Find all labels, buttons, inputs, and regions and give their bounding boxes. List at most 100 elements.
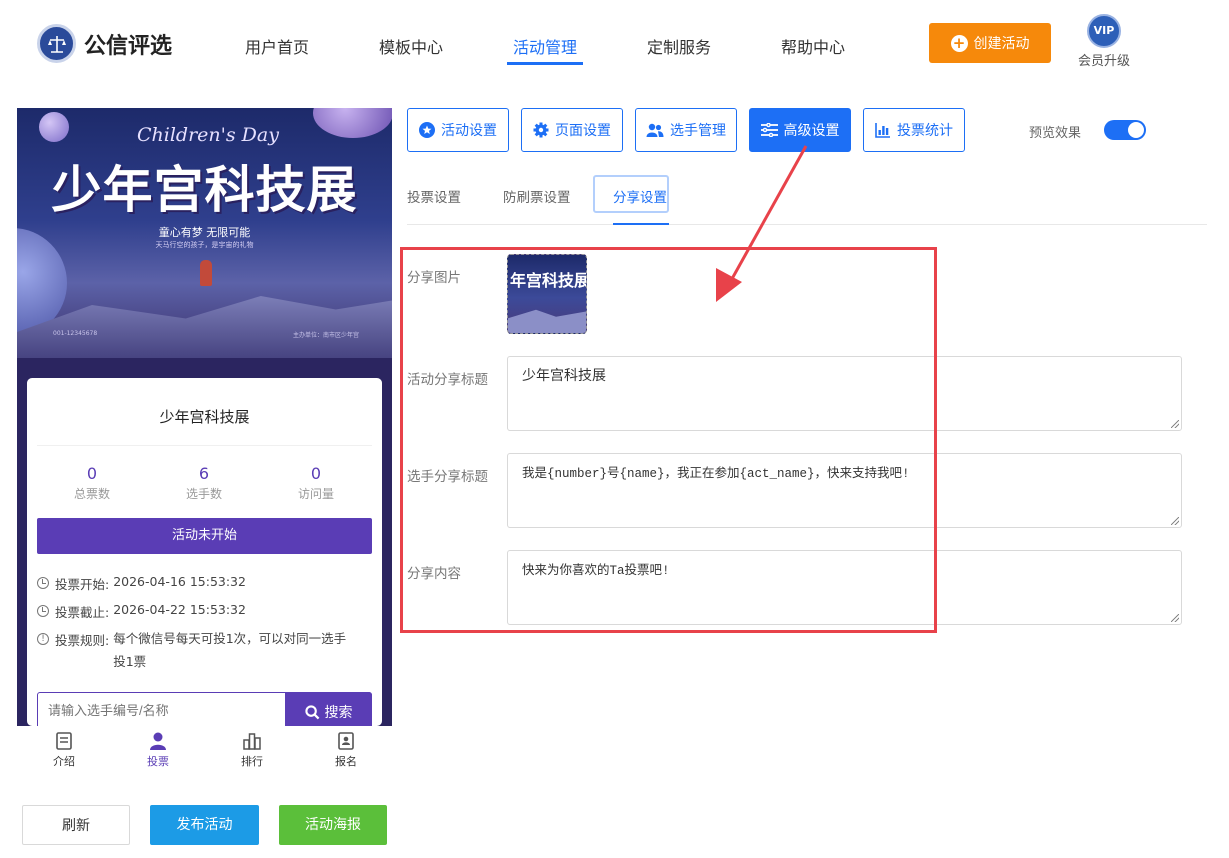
tab-signup-label: 报名 [335, 755, 357, 768]
tab-activity-settings[interactable]: 活动设置 [407, 108, 509, 152]
vote-start-label: 投票开始: [55, 577, 110, 592]
subtab-divider [407, 224, 1207, 225]
logo[interactable]: 公信评选 [37, 24, 172, 63]
sliders-icon [760, 123, 778, 137]
preview-effect-toggle[interactable] [1104, 120, 1146, 140]
stat-value: 0 [86, 464, 98, 483]
nav-active-indicator [507, 62, 583, 65]
player-search-input[interactable] [48, 703, 278, 718]
mobile-preview: Children's Day 少年宫科技展 童心有梦 无限可能 天马行空的孩子，… [17, 108, 392, 726]
activity-title: 少年宫科技展 [159, 408, 250, 426]
nav-activity-management[interactable]: 活动管理 [513, 34, 577, 58]
vote-end-row: 投票截止: 2026-04-22 15:53:32 [37, 602, 246, 621]
vip-badge-icon: VIP [1087, 14, 1121, 48]
activity-share-title-value: 少年宫科技展 [522, 367, 606, 383]
tab-vote-label: 投票 [147, 755, 169, 768]
stat-label: 访问量 [297, 487, 334, 501]
player-share-title-value: 我是{number}号{name}，我正在参加{act_name}，快来支持我吧… [522, 467, 910, 481]
tab-vote[interactable]: 投票 [111, 731, 205, 769]
create-activity-label: 创建活动 [973, 36, 1030, 52]
nav-user-home[interactable]: 用户首页 [245, 34, 309, 58]
tab-page-settings[interactable]: 页面设置 [521, 108, 623, 152]
tab-intro[interactable]: 介绍 [17, 731, 111, 769]
share-content-input[interactable]: 快来为你喜欢的Ta投票吧! [507, 550, 1182, 625]
user-icon [150, 732, 166, 750]
nav-custom-service[interactable]: 定制服务 [647, 34, 711, 58]
bar-chart-icon [875, 123, 890, 138]
nav-template-center[interactable]: 模板中心 [379, 34, 443, 58]
tab-advanced-settings[interactable]: 高级设置 [749, 108, 851, 152]
tab-vote-statistics[interactable]: 投票统计 [863, 108, 965, 152]
share-content-label: 分享内容 [407, 566, 461, 582]
share-image-text: 年宫科技展 [510, 271, 587, 290]
search-icon [304, 704, 319, 719]
tab-activity-settings-label: 活动设置 [441, 123, 497, 139]
vote-end-label: 投票截止: [55, 605, 110, 620]
banner-slogan: 童心有梦 无限可能 [158, 226, 251, 239]
nav-help-center[interactable]: 帮助中心 [781, 34, 845, 58]
refresh-button[interactable]: 刷新 [22, 805, 130, 845]
clock-icon [37, 605, 49, 617]
vote-rule-line2: 投1票 [113, 654, 147, 669]
document-icon [56, 732, 72, 750]
vote-start-row: 投票开始: 2026-04-16 15:53:32 [37, 574, 246, 593]
stat-label: 选手数 [185, 487, 222, 501]
vote-rule-row: ! 投票规则: 每个微信号每天可投1次，可以对同一选手 投1票 [37, 630, 346, 673]
planet-decoration [313, 108, 392, 138]
activity-share-title-input[interactable]: 少年宫科技展 [507, 356, 1182, 431]
tab-intro-label: 介绍 [53, 755, 75, 768]
id-card-icon [338, 732, 354, 750]
subtab-vote-settings[interactable]: 投票设置 [407, 186, 461, 206]
scale-logo-icon [37, 24, 76, 63]
tab-vote-statistics-label: 投票统计 [897, 123, 953, 139]
vip-upgrade[interactable]: VIP 会员升级 [1074, 14, 1134, 69]
subtab-share-settings[interactable]: 分享设置 [613, 186, 667, 206]
share-content-value: 快来为你喜欢的Ta投票吧! [522, 564, 670, 578]
activity-poster-button[interactable]: 活动海报 [279, 805, 387, 845]
hills-decoration [508, 309, 586, 333]
child-figure [200, 260, 212, 286]
vote-start-value: 2026-04-16 15:53:32 [113, 574, 246, 589]
banner-phone: 001-12345678 [53, 330, 98, 337]
banner-title: 少年宫科技展 [51, 161, 358, 219]
moon-decoration [39, 112, 69, 142]
tab-page-settings-label: 页面设置 [555, 123, 611, 139]
tab-ranking-label: 排行 [241, 755, 263, 768]
resize-grip-icon[interactable] [1171, 614, 1179, 622]
banner-script-title: Children's Day [137, 124, 279, 146]
create-activity-button[interactable]: + 创建活动 [929, 23, 1051, 63]
share-image-upload[interactable]: 年宫科技展 [507, 254, 587, 334]
subtab-anti-fraud-settings[interactable]: 防刷票设置 [503, 186, 571, 206]
resize-grip-icon[interactable] [1171, 420, 1179, 428]
banner-sub-slogan: 天马行空的孩子，是宇宙的礼物 [155, 241, 254, 249]
share-image-label: 分享图片 [407, 270, 461, 286]
vip-label: 会员升级 [1077, 54, 1130, 69]
resize-grip-icon[interactable] [1171, 517, 1179, 525]
banner-organizer: 主办单位：南市区少年宫 [293, 332, 360, 339]
ranking-icon [243, 733, 261, 750]
vote-rule-text: 每个微信号每天可投1次，可以对同一选手 投1票 [113, 627, 346, 673]
publish-activity-button[interactable]: 发布活动 [150, 805, 259, 845]
plus-icon: + [950, 34, 968, 52]
tab-signup[interactable]: 报名 [299, 731, 393, 769]
player-search: 搜索 [37, 692, 372, 726]
vote-rule-line1: 每个微信号每天可投1次，可以对同一选手 [113, 631, 347, 646]
vote-rule-label: 投票规则: [55, 633, 110, 648]
tab-player-management[interactable]: 选手管理 [635, 108, 737, 152]
stat-value: 0 [310, 464, 322, 483]
search-button[interactable]: 搜索 [285, 692, 372, 726]
clock-icon [37, 577, 49, 589]
stat-label: 总票数 [73, 487, 110, 501]
activity-status-bar: 活动未开始 [37, 518, 372, 554]
activity-card: 少年宫科技展 0 总票数 6 选手数 0 访问量 活动未开始 投票开始: 202… [27, 378, 382, 726]
tab-ranking[interactable]: 排行 [205, 731, 299, 769]
activity-share-title-label: 活动分享标题 [407, 372, 488, 388]
exclamation-icon: ! [37, 633, 49, 645]
player-share-title-input[interactable]: 我是{number}号{name}，我正在参加{act_name}，快来支持我吧… [507, 453, 1182, 528]
player-share-title-label: 选手分享标题 [407, 469, 488, 485]
preview-effect-label: 预览效果 [1029, 126, 1082, 141]
subtab-active-indicator [613, 223, 669, 225]
vote-end-value: 2026-04-22 15:53:32 [113, 602, 246, 617]
gear-icon [533, 122, 549, 138]
stat-player-count: 6 选手数 [154, 464, 254, 502]
